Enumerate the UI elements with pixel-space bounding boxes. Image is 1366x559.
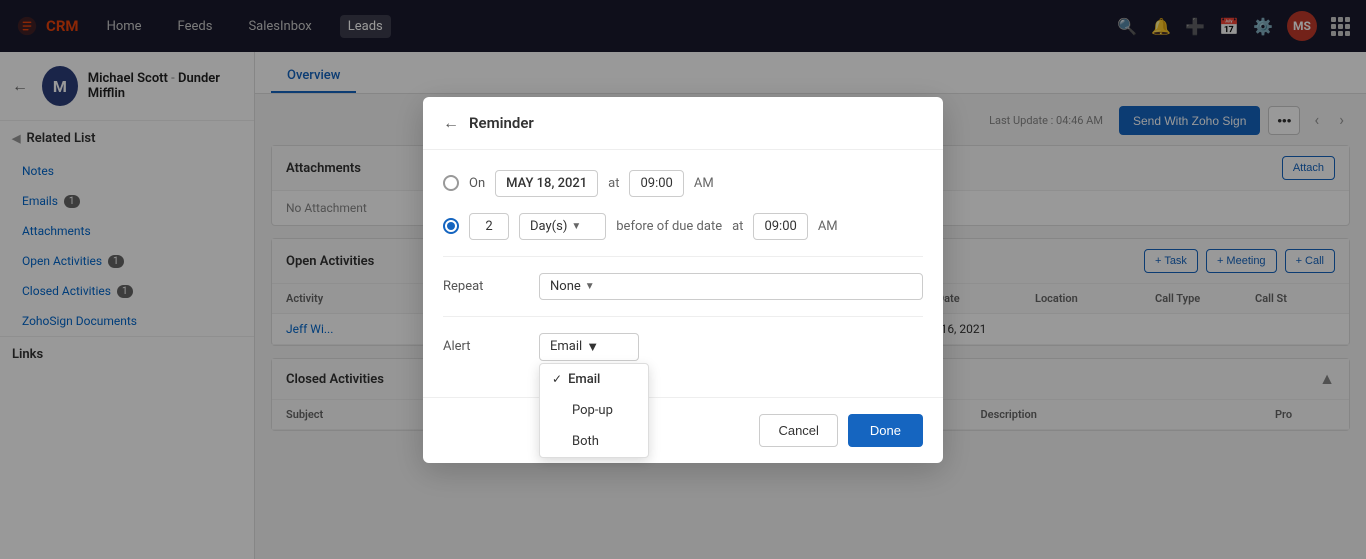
modal-overlay[interactable]: ← Reminder On MAY 18, 2021 at 09:00 AM 2… <box>0 0 1366 559</box>
alert-option-email[interactable]: ✓ Email <box>540 364 648 395</box>
alert-option-both[interactable]: Both <box>540 426 648 457</box>
alert-dropdown-arrow: ▼ <box>586 339 599 355</box>
separator-2 <box>443 316 923 317</box>
repeat-label: Repeat <box>443 273 523 294</box>
modal-back-button[interactable]: ← <box>443 113 459 133</box>
repeat-dropdown[interactable]: None ▼ <box>539 273 923 300</box>
ampm-days: AM <box>818 219 838 234</box>
at-text-1: at <box>608 176 619 191</box>
before-label: before of due date <box>616 219 722 234</box>
modal-title: Reminder <box>469 114 534 132</box>
on-date-row: On MAY 18, 2021 at 09:00 AM <box>443 170 923 197</box>
alert-dropdown-menu: ✓ Email Pop-up Both <box>539 363 649 458</box>
alert-option-popup[interactable]: Pop-up <box>540 395 648 426</box>
repeat-dropdown-arrow: ▼ <box>585 281 595 292</box>
modal-body: On MAY 18, 2021 at 09:00 AM 2 Day(s) ▼ b… <box>423 150 943 397</box>
reminder-modal: ← Reminder On MAY 18, 2021 at 09:00 AM 2… <box>423 97 943 463</box>
modal-header: ← Reminder <box>423 97 943 150</box>
repeat-control: None ▼ <box>539 273 923 300</box>
days-dropdown-arrow: ▼ <box>571 221 581 232</box>
check-icon: ✓ <box>552 372 562 386</box>
days-before-radio[interactable] <box>443 218 459 234</box>
ampm-on: AM <box>694 176 714 191</box>
repeat-row: Repeat None ▼ <box>443 273 923 300</box>
alert-label: Alert <box>443 333 523 354</box>
alert-control: Email ▼ ✓ Email Pop-up <box>539 333 923 361</box>
at-text-2: at <box>732 219 743 234</box>
modal-footer: Cancel Done <box>423 397 943 463</box>
days-before-row: 2 Day(s) ▼ before of due date at 09:00 A… <box>443 213 923 240</box>
days-dropdown[interactable]: Day(s) ▼ <box>519 213 606 240</box>
time-days-input[interactable]: 09:00 <box>753 213 807 240</box>
on-date-radio[interactable] <box>443 175 459 191</box>
alert-dropdown[interactable]: Email ▼ <box>539 333 639 361</box>
separator-1 <box>443 256 923 257</box>
done-button[interactable]: Done <box>848 414 923 447</box>
time-on-input[interactable]: 09:00 <box>629 170 683 197</box>
number-input[interactable]: 2 <box>469 213 509 240</box>
cancel-button[interactable]: Cancel <box>759 414 837 447</box>
alert-row: Alert Email ▼ ✓ Email Pop-u <box>443 333 923 361</box>
date-input[interactable]: MAY 18, 2021 <box>495 170 598 197</box>
on-label: On <box>469 176 485 191</box>
